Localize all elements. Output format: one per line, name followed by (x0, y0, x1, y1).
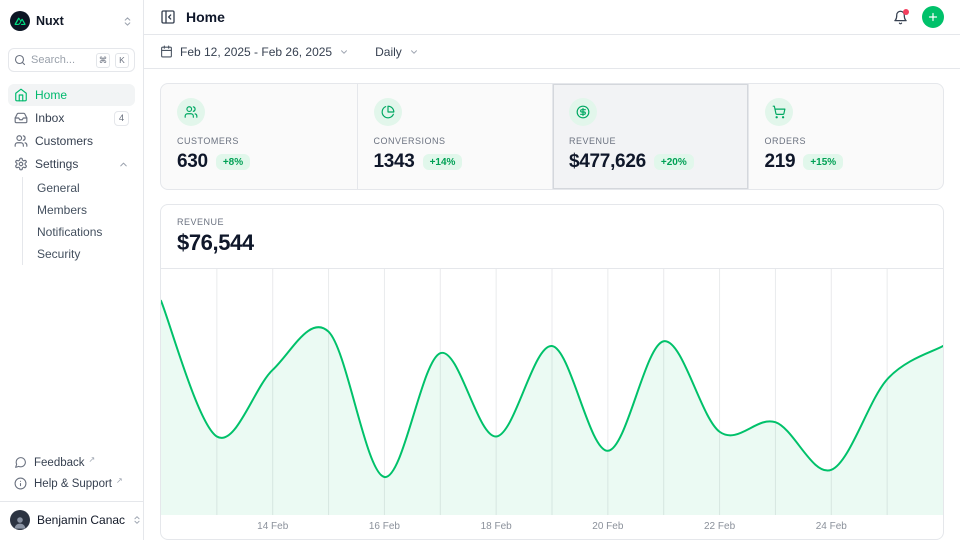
chevron-down-icon (339, 47, 349, 57)
x-tick-label: 22 Feb (704, 521, 735, 532)
stat-value: 219 (765, 151, 796, 173)
cart-icon (765, 98, 793, 126)
revenue-chart-panel: REVENUE $76,544 14 Feb 16 Feb 18 Feb 20 Feb… (160, 204, 944, 540)
stat-label: ORDERS (765, 136, 928, 146)
feedback-label: Feedback (34, 457, 85, 469)
chevrons-up-down-icon (132, 515, 142, 525)
date-range-picker[interactable]: Feb 12, 2025 - Feb 26, 2025 (160, 45, 349, 59)
search-input[interactable]: Search... ⌘ K (8, 48, 135, 72)
help-support-label: Help & Support (34, 478, 112, 490)
users-icon (177, 98, 205, 126)
calendar-icon (160, 45, 173, 58)
page-header: Home (144, 0, 960, 35)
sidebar-item-label: Customers (35, 134, 93, 148)
add-button[interactable] (922, 6, 944, 28)
x-tick-label: 16 Feb (369, 521, 400, 532)
inbox-icon (14, 111, 28, 125)
stat-card-conversions[interactable]: CONVERSIONS 1343 +14% (357, 84, 553, 189)
dollar-circle-icon (569, 98, 597, 126)
stat-card-customers[interactable]: CUSTOMERS 630 +8% (161, 84, 357, 189)
chart-x-axis: 14 Feb 16 Feb 18 Feb 20 Feb 22 Feb 24 Feb (161, 515, 943, 539)
x-tick-label: 14 Feb (257, 521, 288, 532)
sidebar-item-customers[interactable]: Customers (8, 130, 135, 152)
sidebar-item-label: Home (35, 88, 67, 102)
sidebar-nav: Home Inbox 4 Customers Settings (8, 84, 135, 265)
external-link-icon: ↗ (116, 476, 123, 485)
sidebar-item-security[interactable]: Security (37, 243, 135, 265)
pie-chart-icon (374, 98, 402, 126)
stats-row: CUSTOMERS 630 +8% CONVERSIONS 1343 +14% (160, 83, 944, 190)
stat-card-orders[interactable]: ORDERS 219 +15% (748, 84, 944, 189)
page-title: Home (186, 9, 225, 25)
team-name: Nuxt (36, 14, 64, 28)
search-placeholder: Search... (31, 54, 91, 66)
help-support-link[interactable]: Help & Support ↗ (8, 473, 135, 494)
period-select[interactable]: Daily (375, 45, 419, 59)
avatar (10, 510, 30, 530)
stat-delta-badge: +8% (216, 154, 250, 170)
revenue-chart-header: REVENUE $76,544 (161, 205, 943, 269)
gear-icon (14, 157, 28, 171)
external-link-icon: ↗ (89, 455, 96, 464)
stat-card-revenue[interactable]: REVENUE $477,626 +20% (552, 84, 748, 189)
user-menu[interactable]: Benjamin Canac (8, 508, 135, 532)
x-tick-label: 20 Feb (592, 521, 623, 532)
chart-metric-value: $76,544 (177, 230, 927, 256)
inbox-count-badge: 4 (114, 111, 129, 126)
stat-value: 1343 (374, 151, 415, 173)
sidebar-item-home[interactable]: Home (8, 84, 135, 106)
sidebar-collapse-button[interactable] (160, 9, 176, 25)
header-actions (893, 6, 944, 28)
chevron-down-icon (409, 47, 419, 57)
content: CUSTOMERS 630 +8% CONVERSIONS 1343 +14% (144, 69, 960, 540)
notification-dot (903, 9, 909, 15)
notifications-bell-button[interactable] (893, 10, 908, 25)
x-tick-label: 24 Feb (816, 521, 847, 532)
sidebar-item-label: Settings (35, 157, 78, 171)
main-area: Home Feb 12, 2025 - Feb 26, 2025 (144, 0, 960, 540)
sidebar: Nuxt Search... ⌘ K Home (0, 0, 144, 540)
sidebar-divider (0, 501, 143, 502)
stat-value: 630 (177, 151, 208, 173)
team-selector[interactable]: Nuxt (8, 8, 135, 34)
search-icon (14, 54, 26, 66)
sidebar-item-inbox[interactable]: Inbox 4 (8, 107, 135, 129)
stat-label: CUSTOMERS (177, 136, 341, 146)
sidebar-item-label: Inbox (35, 111, 64, 125)
home-icon (14, 88, 28, 102)
x-tick-label: 18 Feb (481, 521, 512, 532)
info-icon (14, 477, 27, 490)
stat-delta-badge: +15% (803, 154, 843, 170)
kbd-k: K (115, 53, 129, 68)
sidebar-item-notifications[interactable]: Notifications (37, 221, 135, 243)
settings-subnav: General Members Notifications Security (22, 177, 135, 265)
nuxt-logo-icon (10, 11, 30, 31)
sidebar-item-general[interactable]: General (37, 177, 135, 199)
revenue-area-chart (161, 269, 943, 515)
date-range-value: Feb 12, 2025 - Feb 26, 2025 (180, 45, 332, 59)
feedback-link[interactable]: Feedback ↗ (8, 452, 135, 473)
chevrons-up-down-icon (122, 16, 133, 27)
filters-toolbar: Feb 12, 2025 - Feb 26, 2025 Daily (144, 35, 960, 69)
stat-label: CONVERSIONS (374, 136, 537, 146)
user-name: Benjamin Canac (37, 513, 125, 527)
stat-value: $477,626 (569, 151, 646, 173)
sidebar-spacer (8, 265, 135, 452)
chart-metric-label: REVENUE (177, 217, 927, 227)
sidebar-item-members[interactable]: Members (37, 199, 135, 221)
stat-delta-badge: +14% (423, 154, 463, 170)
kbd-cmd: ⌘ (96, 53, 110, 68)
app-window: Nuxt Search... ⌘ K Home (0, 0, 960, 540)
message-circle-icon (14, 456, 27, 469)
stat-delta-badge: +20% (654, 154, 694, 170)
users-icon (14, 134, 28, 148)
revenue-chart-plot[interactable] (161, 269, 943, 515)
stat-label: REVENUE (569, 136, 732, 146)
period-value: Daily (375, 45, 402, 59)
chevron-up-icon (118, 159, 129, 170)
sidebar-item-settings[interactable]: Settings (8, 153, 135, 175)
